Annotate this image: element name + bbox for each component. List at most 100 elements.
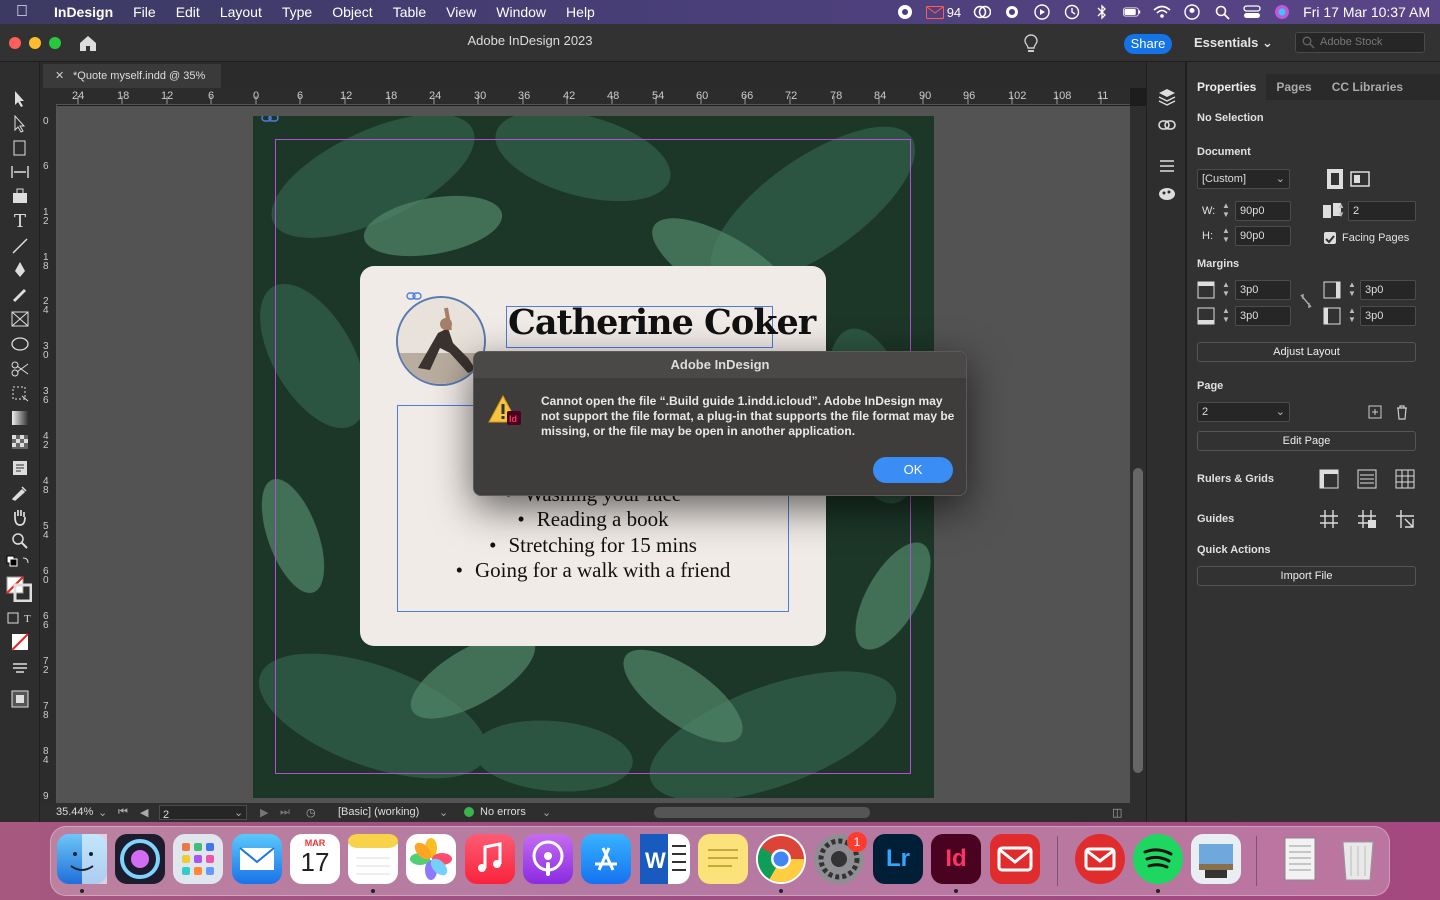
import-file-button[interactable]: Import File (1197, 566, 1416, 586)
user-account-icon[interactable] (1183, 4, 1201, 20)
indesign-icon[interactable]: Id (931, 834, 981, 884)
menu-layout[interactable]: Layout (210, 4, 272, 20)
adobe-stock-search[interactable]: Adobe Stock (1295, 32, 1425, 53)
swatches-icon[interactable] (1157, 184, 1177, 204)
margin-bottom-field[interactable]: 3p0 (1235, 306, 1291, 326)
height-field[interactable]: 90p0 (1235, 226, 1291, 246)
menu-window[interactable]: Window (486, 4, 556, 20)
portrait-orientation-icon[interactable] (1324, 168, 1346, 190)
chevron-down-icon[interactable]: ⌄ (98, 806, 107, 819)
creative-cloud-icon[interactable] (973, 5, 992, 19)
page-dropdown[interactable]: 2 ⌄ (1197, 402, 1290, 422)
width-field[interactable]: 90p0 (1235, 201, 1291, 221)
trash-icon[interactable] (1333, 834, 1383, 884)
siri-app-icon[interactable] (115, 834, 165, 884)
music-icon[interactable] (465, 834, 515, 884)
screen-mode-icon[interactable] (10, 690, 30, 708)
delete-page-icon[interactable] (1394, 403, 1410, 421)
mail-app-icon[interactable] (232, 834, 282, 884)
ruler-origin[interactable] (40, 88, 56, 105)
margin-top-stepper[interactable]: ▲ ▼ (1219, 280, 1233, 300)
height-stepper[interactable]: ▲ ▼ (1219, 226, 1233, 246)
margin-bottom-stepper[interactable]: ▲ ▼ (1219, 306, 1233, 326)
margin-outside-field[interactable]: 3p0 (1360, 306, 1416, 326)
siri-icon[interactable] (1273, 5, 1291, 19)
width-stepper[interactable]: ▲ ▼ (1219, 201, 1233, 221)
show-guides-icon[interactable] (1318, 508, 1340, 530)
menu-edit[interactable]: Edit (166, 4, 210, 20)
paragraph-styles-icon[interactable] (1157, 156, 1177, 176)
spotify-icon[interactable] (1133, 834, 1183, 884)
podcasts-icon[interactable] (523, 834, 573, 884)
pencil-tool-icon[interactable] (10, 285, 30, 303)
document-preset-dropdown[interactable]: [Custom] ⌄ (1197, 169, 1290, 189)
open-document-icon[interactable]: ◷ (306, 806, 316, 819)
margin-outside-stepper[interactable]: ▲ ▼ (1345, 306, 1359, 326)
ellipse-tool-icon[interactable] (10, 335, 30, 353)
content-collector-icon[interactable] (10, 187, 30, 205)
link-margins-icon[interactable] (1298, 292, 1314, 310)
adjust-layout-button[interactable]: Adjust Layout (1197, 342, 1416, 362)
chevron-down-icon[interactable]: ⌄ (234, 806, 243, 819)
mail-client-icon[interactable] (990, 834, 1040, 884)
preflight-errors[interactable]: No errors (480, 806, 526, 818)
eyedropper-tool-icon[interactable] (10, 483, 30, 501)
next-page-icon[interactable]: ▶ (260, 806, 268, 819)
horizontal-ruler[interactable]: 24 18 12 6 0 6 12 18 24 30 36 42 48 54 6… (56, 88, 1130, 105)
rectangle-frame-tool-icon[interactable] (10, 310, 30, 328)
smart-guides-icon[interactable] (1394, 508, 1416, 530)
mail-menubar-icon[interactable]: 94 (925, 5, 961, 20)
calendar-icon[interactable]: MAR 17 (290, 834, 340, 884)
lightbulb-icon[interactable] (1022, 33, 1040, 55)
menu-view[interactable]: View (436, 4, 486, 20)
vertical-scrollbar-thumb[interactable] (1133, 468, 1143, 773)
bluetooth-icon[interactable] (1093, 4, 1111, 20)
fill-stroke-swatch-icon[interactable] (6, 576, 32, 602)
free-transform-tool-icon[interactable] (10, 384, 30, 402)
preflight-profile[interactable]: [Basic] (working) (338, 806, 419, 818)
pages-count-field[interactable]: 2 (1348, 201, 1416, 221)
menu-file[interactable]: File (123, 4, 166, 20)
share-button[interactable]: Share (1124, 34, 1172, 54)
add-page-icon[interactable] (1367, 403, 1383, 421)
scissors-tool-icon[interactable] (10, 360, 30, 378)
menubar-clock[interactable]: Fri 17 Mar 10:37 AM (1303, 4, 1430, 20)
tab-pages[interactable]: Pages (1266, 74, 1321, 100)
stickies-icon[interactable] (698, 834, 748, 884)
menu-app-name[interactable]: InDesign (44, 4, 123, 20)
vertical-ruler[interactable]: 0 6 1 2 1 8 2 4 3 0 3 6 4 2 4 8 5 4 6 0 … (40, 105, 57, 805)
menu-object[interactable]: Object (322, 4, 382, 20)
lightroom-icon[interactable]: Lr (873, 834, 923, 884)
pen-tool-icon[interactable] (10, 261, 30, 279)
time-machine-icon[interactable] (1063, 4, 1081, 20)
word-icon[interactable]: W (640, 834, 690, 884)
edit-page-button[interactable]: Edit Page (1197, 431, 1416, 451)
chevron-down-icon[interactable]: ⌄ (439, 806, 448, 819)
battery-icon[interactable] (1123, 5, 1141, 19)
wifi-icon[interactable] (1153, 5, 1171, 19)
baseline-grid-icon[interactable] (1356, 468, 1378, 490)
margin-top-field[interactable]: 3p0 (1235, 280, 1291, 300)
app-store-icon[interactable] (581, 834, 631, 884)
vertical-scrollbar-track[interactable] (1130, 106, 1146, 803)
photos-icon[interactable] (406, 834, 456, 884)
note-tool-icon[interactable] (10, 459, 30, 477)
first-page-icon[interactable]: ⏮ (118, 806, 128, 819)
chevron-down-icon[interactable]: ⌄ (542, 806, 551, 819)
margin-inside-field[interactable]: 3p0 (1360, 280, 1416, 300)
tab-cc-libraries[interactable]: CC Libraries (1322, 74, 1413, 100)
spotlight-search-icon[interactable] (1213, 5, 1231, 20)
link-icon[interactable] (261, 116, 279, 124)
selection-tool-icon[interactable] (10, 90, 30, 108)
screen-record-icon[interactable] (896, 5, 914, 19)
formatting-container-icon[interactable]: T (6, 610, 34, 628)
chrome-icon[interactable] (756, 834, 806, 884)
margin-inside-stepper[interactable]: ▲ ▼ (1345, 280, 1359, 300)
last-page-icon[interactable]: ⏭ (280, 806, 290, 819)
tab-properties[interactable]: Properties (1187, 74, 1267, 100)
menu-type[interactable]: Type (272, 4, 322, 20)
notes-icon[interactable] (348, 834, 398, 884)
menu-help[interactable]: Help (556, 4, 605, 20)
gradient-tool-icon[interactable] (10, 409, 30, 427)
close-tab-icon[interactable]: ✕ (55, 64, 64, 88)
